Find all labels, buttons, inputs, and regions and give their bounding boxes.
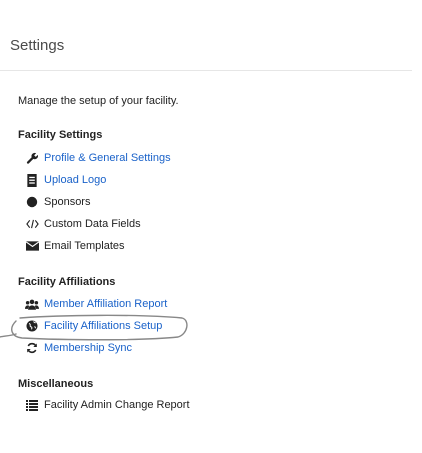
section-title-miscellaneous: Miscellaneous <box>18 378 94 390</box>
member-affiliation-report-label[interactable]: Member Affiliation Report <box>44 298 167 310</box>
list-icon <box>25 398 39 412</box>
refresh-icon <box>25 341 39 355</box>
membership-sync-label[interactable]: Membership Sync <box>44 342 132 354</box>
member-affiliation-report-link[interactable]: Member Affiliation Report <box>25 296 167 312</box>
certificate-icon <box>25 195 39 209</box>
facility-admin-change-report-label: Facility Admin Change Report <box>44 399 190 411</box>
globe-icon <box>25 319 39 333</box>
facility-affiliations-setup-link[interactable]: Facility Affiliations Setup <box>25 318 162 334</box>
upload-logo-label[interactable]: Upload Logo <box>44 174 106 186</box>
profile-general-settings-link[interactable]: Profile & General Settings <box>25 150 171 166</box>
custom-data-fields-item[interactable]: Custom Data Fields <box>25 216 141 232</box>
envelope-icon <box>25 239 39 253</box>
wrench-icon <box>25 151 39 165</box>
users-icon <box>25 297 39 311</box>
page-header: Settings <box>0 0 412 71</box>
document-icon <box>25 173 39 187</box>
facility-affiliations-setup-label[interactable]: Facility Affiliations Setup <box>44 320 162 332</box>
email-templates-item[interactable]: Email Templates <box>25 238 125 254</box>
section-title-facility-affiliations: Facility Affiliations <box>18 276 116 288</box>
membership-sync-link[interactable]: Membership Sync <box>25 340 132 356</box>
section-title-facility-settings: Facility Settings <box>18 129 103 141</box>
profile-general-settings-label[interactable]: Profile & General Settings <box>44 152 171 164</box>
sponsors-item[interactable]: Sponsors <box>25 194 90 210</box>
email-templates-label: Email Templates <box>44 240 125 252</box>
intro-text: Manage the setup of your facility. <box>18 95 179 107</box>
upload-logo-link[interactable]: Upload Logo <box>25 172 106 188</box>
code-icon <box>25 217 39 231</box>
facility-admin-change-report-item[interactable]: Facility Admin Change Report <box>25 397 190 413</box>
sponsors-label: Sponsors <box>44 196 91 208</box>
custom-data-fields-label: Custom Data Fields <box>44 218 141 230</box>
page-title: Settings <box>10 37 65 54</box>
